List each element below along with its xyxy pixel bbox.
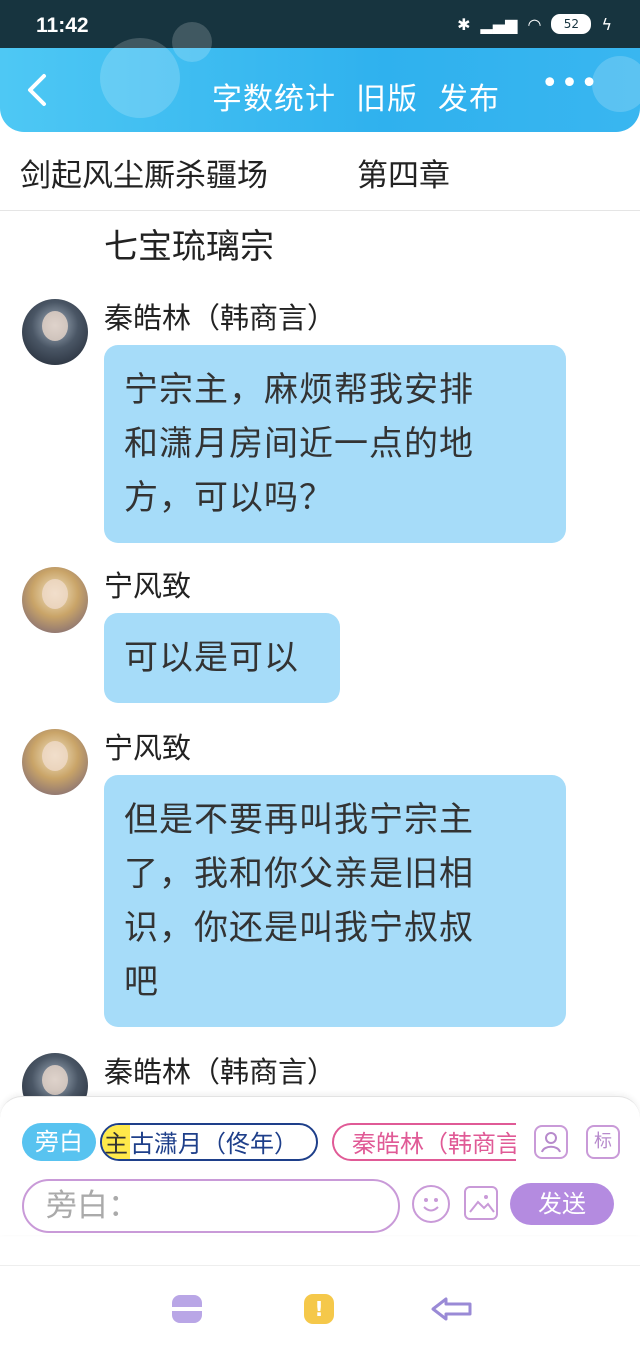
more-icon[interactable]: ••• [541,66,600,101]
chat-area[interactable]: 七宝琉璃宗 秦皓林（韩商言） 宁宗主，麻烦帮我安排 和潇月房间近一点的地 方，可… [0,211,640,1096]
main-character-name: 古潇月（佟年） [130,1130,298,1158]
bubble-line: 吧 [124,962,159,1002]
speaker-name: 宁风致 [104,731,192,765]
bubble-line: 可以是可以 [124,638,299,678]
book-title[interactable]: 剑起风尘厮杀疆场 [20,150,268,195]
message-input-wrapper [22,1179,400,1233]
bluetooth-icon: ✱ [457,14,471,34]
status-bar: 11:42 ✱ ▂▄▆ ◠ 52 ϟ [0,0,640,48]
bubble-line: 宁宗主，麻烦帮我安排 [124,370,474,410]
image-icon[interactable] [464,1186,498,1220]
scene-label: 七宝琉璃宗 [104,227,274,267]
message-bubble[interactable]: 但是不要再叫我宁宗主 了，我和你父亲是旧相 识，你还是叫我宁叔叔 吧 [104,775,566,1027]
emoji-icon[interactable] [412,1185,450,1223]
word-count-button[interactable]: 字数统计 [212,74,336,118]
charging-icon: ϟ [601,14,612,34]
role-chip[interactable]: 秦皓林（韩商言 [332,1123,516,1161]
narration-chip[interactable]: 旁白 [22,1123,96,1161]
status-icons: ✱ ▂▄▆ ◠ 52 ϟ [457,14,612,34]
bubble-line: 和潇月房间近一点的地 [124,424,474,464]
back-arrow-icon[interactable] [22,72,52,108]
speaker-name: 宁风致 [104,569,192,603]
bubble-line: 识，你还是叫我宁叔叔 [124,908,474,948]
avatar[interactable] [22,567,88,633]
message-input[interactable] [24,1181,398,1231]
battery-icon: 52 [551,14,592,34]
composer-panel: 旁白 主古潇月（佟年） 秦皓林（韩商言 标 发送 [0,1096,640,1235]
bottom-nav: ! [0,1265,640,1352]
menu-icon[interactable] [172,1295,202,1323]
bubble-line: 但是不要再叫我宁宗主 [124,800,474,840]
chapter-title[interactable]: 第四章 [357,150,450,195]
speaker-name: 秦皓林（韩商言） [104,1055,337,1089]
message-bubble[interactable]: 可以是可以 [104,613,340,703]
old-version-button[interactable]: 旧版 [356,74,418,118]
status-time: 11:42 [36,14,89,37]
tag-icon[interactable]: 标 [586,1125,620,1159]
publish-button[interactable]: 发布 [438,74,500,118]
bubble-line: 方，可以吗？ [124,478,334,518]
notice-icon[interactable]: ! [304,1294,334,1324]
chapter-title-bar: 剑起风尘厮杀疆场 第四章 [0,132,640,211]
avatar[interactable] [22,1053,88,1096]
message-bubble[interactable]: 宁宗主，麻烦帮我安排 和潇月房间近一点的地 方，可以吗？ [104,345,566,543]
send-button[interactable]: 发送 [510,1183,614,1225]
speaker-name: 秦皓林（韩商言） [104,301,337,335]
wifi-icon: ◠ [527,14,542,34]
app-header: 字数统计 旧版 发布 ••• [0,22,640,132]
return-icon[interactable] [430,1296,474,1322]
person-icon[interactable] [534,1125,568,1159]
signal-icon: ▂▄▆ [480,14,518,34]
main-character-chip[interactable]: 主古潇月（佟年） [100,1123,318,1161]
avatar[interactable] [22,729,88,795]
avatar[interactable] [22,299,88,365]
header-actions: 字数统计 旧版 发布 [212,74,500,118]
main-mark: 主 [102,1125,130,1159]
bubble-line: 了，我和你父亲是旧相 [124,854,474,894]
